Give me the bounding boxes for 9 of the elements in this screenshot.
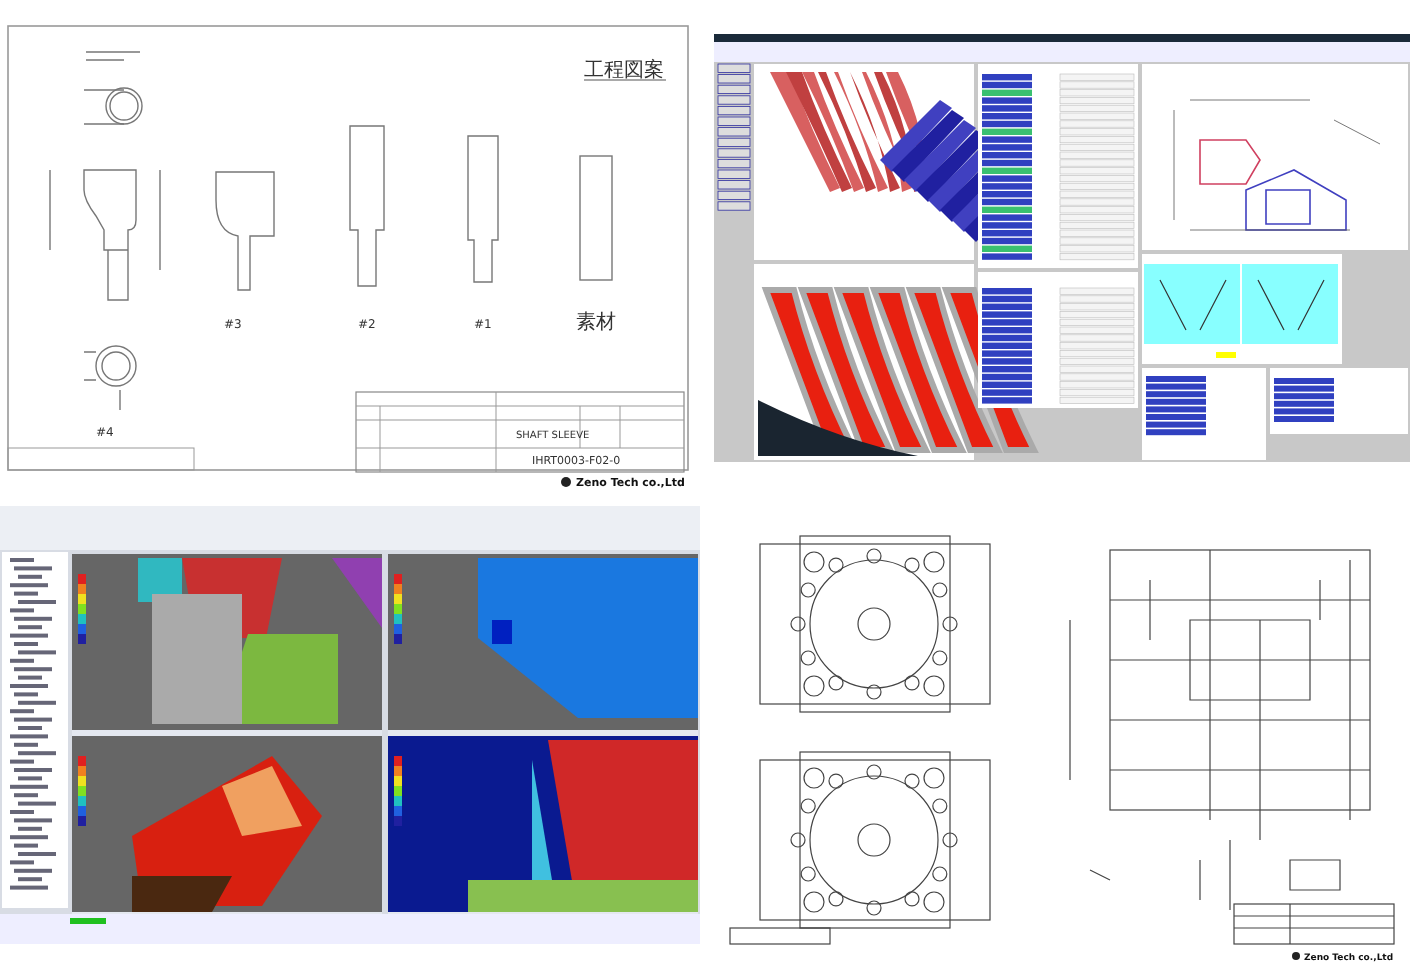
logo-icon [561, 477, 571, 487]
detail-drawing [83, 345, 137, 411]
logo-icon [1292, 952, 1300, 960]
progress-icon [70, 918, 106, 924]
settings-dialog [1142, 368, 1266, 460]
revision-table [729, 927, 831, 945]
drawing-title: 工程図案 [584, 60, 664, 82]
step-label: 素材 [576, 312, 616, 334]
options-dialog [1270, 368, 1408, 434]
